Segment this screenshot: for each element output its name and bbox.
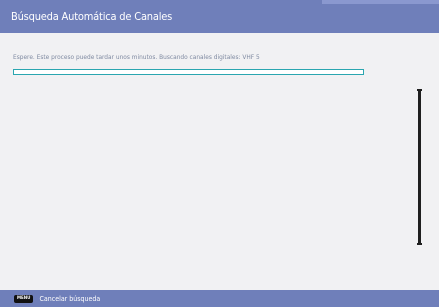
menu-key-icon[interactable]: MENU <box>14 294 34 303</box>
scan-progress-bar <box>13 69 364 75</box>
scrollbar-cap-top <box>417 89 422 91</box>
scrollbar[interactable] <box>417 89 422 245</box>
scrollbar-thumb[interactable] <box>418 90 421 244</box>
cancel-search-button[interactable]: Cancelar búsqueda <box>39 295 100 303</box>
header-bar: Búsqueda Automática de Canales <box>0 0 439 33</box>
scan-status-text: Espere. Este proceso puede tardar unos m… <box>13 53 260 61</box>
scrollbar-cap-bottom <box>417 243 422 245</box>
scan-panel: Espere. Este proceso puede tardar unos m… <box>0 33 439 290</box>
page-title: Búsqueda Automática de Canales <box>11 10 173 23</box>
footer-bar: MENU Cancelar búsqueda <box>0 290 439 307</box>
header-highlight <box>322 0 439 4</box>
